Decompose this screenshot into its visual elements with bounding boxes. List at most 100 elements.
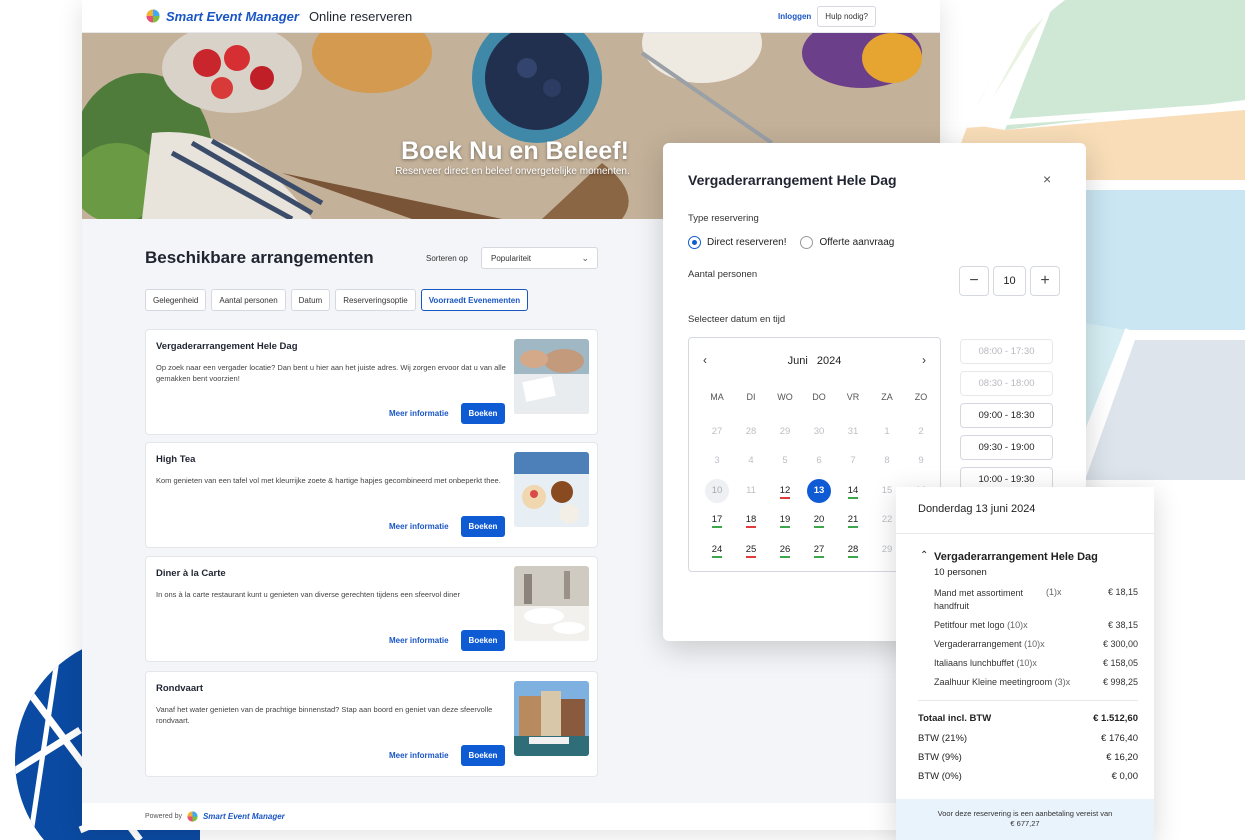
time-slot[interactable]: 09:30 - 19:00 bbox=[960, 435, 1053, 460]
calendar-day-selected[interactable]: 13 bbox=[802, 478, 836, 509]
calendar-day-number: 26 bbox=[779, 543, 791, 558]
summary-line: Italiaans lunchbuffet (10)x € 158,05 bbox=[934, 658, 1138, 668]
more-info-link[interactable]: Meer informatie bbox=[389, 409, 449, 418]
brand-logo[interactable]: Smart Event Manager bbox=[146, 9, 299, 24]
calendar-day-number: 3 bbox=[714, 455, 720, 466]
vat-label: BTW (0%) bbox=[918, 771, 962, 782]
card-title: High Tea bbox=[156, 454, 196, 465]
calendar-day[interactable]: 20 bbox=[802, 508, 836, 538]
book-button[interactable]: Boeken bbox=[461, 630, 505, 651]
close-icon[interactable]: × bbox=[1043, 171, 1051, 187]
line-name: Italiaans lunchbuffet bbox=[934, 658, 1014, 668]
calendar-day: 7 bbox=[836, 449, 870, 479]
radio-direct[interactable] bbox=[688, 236, 701, 249]
calendar-day-number: 2 bbox=[918, 425, 924, 437]
calendar-day: 9 bbox=[904, 449, 938, 479]
time-slot[interactable]: 09:00 - 18:30 bbox=[960, 403, 1053, 428]
card-description: Op zoek naar een vergader locatie? Dan b… bbox=[156, 363, 506, 383]
calendar-day[interactable]: 12 bbox=[768, 479, 802, 509]
increment-button[interactable]: + bbox=[1030, 266, 1060, 296]
calendar-day[interactable]: 19 bbox=[768, 508, 802, 538]
calendar-day-number: 9 bbox=[918, 455, 924, 466]
calendar-day[interactable]: 17 bbox=[700, 508, 734, 538]
summary-line-price: (1)x € 18,15 bbox=[1046, 587, 1138, 597]
calendar-day[interactable]: 25 bbox=[734, 538, 768, 568]
more-info-link[interactable]: Meer informatie bbox=[389, 636, 449, 645]
brand-logo-icon bbox=[146, 9, 160, 23]
calendar-day-number: 22 bbox=[881, 514, 893, 525]
calendar-day-number: 21 bbox=[847, 514, 859, 528]
calendar-day: 6 bbox=[802, 449, 836, 479]
calendar-day-number: 5 bbox=[782, 455, 788, 466]
chevron-right-icon[interactable]: › bbox=[922, 353, 926, 367]
deposit-notice: Voor deze reservering is een aanbetaling… bbox=[896, 799, 1154, 840]
more-info-link[interactable]: Meer informatie bbox=[389, 522, 449, 531]
sort-select[interactable]: Populariteit ⌄ bbox=[481, 247, 598, 269]
calendar-day: 5 bbox=[768, 449, 802, 479]
decrement-button[interactable]: − bbox=[959, 266, 989, 296]
login-link[interactable]: Inloggen bbox=[778, 12, 811, 21]
book-button[interactable]: Boeken bbox=[461, 403, 505, 424]
deposit-amount: € 677,27 bbox=[1010, 819, 1040, 828]
vat-row: BTW (21%) € 176,40 bbox=[918, 733, 1138, 744]
chevron-up-icon[interactable]: ⌃ bbox=[920, 550, 928, 561]
sort-select-value: Populariteit bbox=[491, 254, 532, 263]
line-name: Petitfour met logo bbox=[934, 620, 1005, 630]
summary-arrangement[interactable]: Vergaderarrangement Hele Dag bbox=[934, 551, 1098, 563]
weekday-label: ZO bbox=[914, 392, 928, 402]
calendar-day[interactable]: 18 bbox=[734, 508, 768, 538]
top-bar: Smart Event Manager Online reserveren In… bbox=[82, 0, 940, 33]
chevron-down-icon: ⌄ bbox=[581, 253, 589, 263]
book-button[interactable]: Boeken bbox=[461, 516, 505, 537]
summary-line: Vergaderarrangement (10)x € 300,00 bbox=[934, 639, 1138, 649]
weekday-label: ZA bbox=[881, 392, 893, 402]
filter-aantal-personen[interactable]: Aantal personen bbox=[211, 289, 286, 311]
filter-gelegenheid[interactable]: Gelegenheid bbox=[145, 289, 207, 311]
sort-label: Sorteren op bbox=[426, 254, 468, 263]
calendar-day-number: 28 bbox=[847, 543, 859, 558]
total-amount: € 1.512,60 bbox=[1093, 713, 1138, 724]
calendar-day-number: 25 bbox=[745, 543, 757, 558]
calendar-day[interactable]: 14 bbox=[836, 479, 870, 509]
filter-bar: Gelegenheid Aantal personen Datum Reserv… bbox=[145, 289, 598, 311]
powered-by-label: Powered by bbox=[145, 813, 182, 820]
calendar-day-number: 7 bbox=[850, 455, 856, 466]
card-description: In ons à la carte restaurant kunt u geni… bbox=[156, 590, 460, 599]
calendar-day-number: 11 bbox=[746, 484, 756, 496]
calendar-day[interactable]: 24 bbox=[700, 538, 734, 568]
persons-stepper: − 10 + bbox=[959, 266, 1060, 296]
deposit-notice-text: Voor deze reservering is een aanbetaling… bbox=[937, 809, 1113, 818]
footer-brand[interactable]: Smart Event Manager bbox=[203, 812, 285, 821]
calendar-day[interactable]: 27 bbox=[802, 538, 836, 568]
card-description: Kom genieten van een tafel vol met kleur… bbox=[156, 476, 501, 485]
calendar-day[interactable]: 28 bbox=[836, 538, 870, 568]
reservation-type-label: Type reservering bbox=[688, 213, 759, 224]
calendar-day[interactable]: 26 bbox=[768, 538, 802, 568]
summary-date: Donderdag 13 juni 2024 bbox=[918, 503, 1036, 515]
calendar-day: 27 bbox=[700, 420, 734, 450]
filter-voorraedt-evenementen[interactable]: Voorraedt Evenementen bbox=[420, 289, 529, 311]
calendar-day-number: 18 bbox=[745, 514, 757, 528]
filter-datum[interactable]: Datum bbox=[290, 289, 331, 311]
calendar-day[interactable]: 21 bbox=[836, 508, 870, 538]
persons-input[interactable]: 10 bbox=[993, 266, 1026, 296]
book-button[interactable]: Boeken bbox=[461, 745, 505, 766]
calendar-day-number: 15 bbox=[881, 484, 893, 496]
filter-reserveringsoptie[interactable]: Reserveringsoptie bbox=[335, 289, 416, 311]
calendar-day: 3 bbox=[700, 449, 734, 479]
radio-offerte-label[interactable]: Offerte aanvraag bbox=[819, 237, 894, 248]
radio-direct-label[interactable]: Direct reserveren! bbox=[707, 237, 786, 248]
calendar-day: 28 bbox=[734, 420, 768, 450]
help-button[interactable]: Hulp nodig? bbox=[817, 5, 876, 27]
calendar-year: 2024 bbox=[816, 355, 842, 367]
weekday-label: DO bbox=[812, 392, 826, 402]
screen: Smart Event Manager Online reserveren In… bbox=[0, 0, 1260, 840]
line-amount: € 38,15 bbox=[1107, 620, 1138, 630]
arrangement-card: High Tea Kom genieten van een tafel vol … bbox=[145, 442, 598, 548]
vat-label: BTW (9%) bbox=[918, 752, 962, 763]
more-info-link[interactable]: Meer informatie bbox=[389, 751, 449, 760]
total-row: Totaal incl. BTW € 1.512,60 bbox=[918, 713, 1138, 724]
line-qty: (10)x bbox=[1024, 639, 1045, 649]
radio-offerte[interactable] bbox=[800, 236, 814, 249]
calendar-day: 10 bbox=[700, 478, 734, 509]
